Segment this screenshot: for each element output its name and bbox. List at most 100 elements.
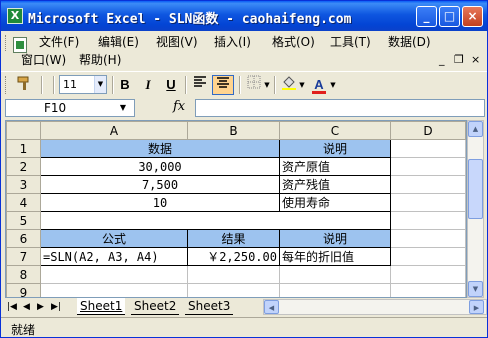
cell-b7[interactable]: ￥2,250.00 xyxy=(187,247,280,266)
cell-c4[interactable]: 使用寿命 xyxy=(279,193,391,212)
cell-a8[interactable] xyxy=(40,265,188,284)
font-size-select[interactable]: 11 ▼ xyxy=(59,75,107,94)
scroll-down-icon[interactable]: ▼ xyxy=(468,281,483,297)
menu-file[interactable]: 文件(F) xyxy=(39,33,79,51)
close-button[interactable]: × xyxy=(462,6,483,27)
select-all-corner[interactable] xyxy=(6,121,41,140)
tab-sheet2[interactable]: Sheet2 xyxy=(131,298,180,315)
cell-c2[interactable]: 资产原值 xyxy=(279,157,391,176)
cell-b9[interactable] xyxy=(187,283,280,297)
font-color-icon[interactable]: A xyxy=(310,75,328,95)
cell-a4[interactable]: 10 xyxy=(40,193,280,212)
insert-function-icon[interactable]: fx xyxy=(173,99,185,114)
chevron-down-icon[interactable]: ▼ xyxy=(94,76,106,93)
worksheet-grid[interactable]: A B C D 1 数据 说明 2 30,000 资产原值 3 7,500 资产… xyxy=(5,120,467,298)
cell-d4[interactable] xyxy=(390,193,466,212)
row-header[interactable]: 8 xyxy=(6,265,41,284)
toolbar-grip[interactable] xyxy=(5,76,8,94)
column-header-b[interactable]: B xyxy=(187,121,280,140)
last-sheet-icon[interactable]: ▶| xyxy=(51,300,61,314)
row-header[interactable]: 9 xyxy=(6,283,41,297)
format-painter-icon[interactable] xyxy=(14,75,36,95)
excel-app-icon[interactable]: X xyxy=(7,8,23,24)
column-header-d[interactable]: D xyxy=(390,121,466,140)
workbook-icon[interactable] xyxy=(13,37,27,53)
cell-a7[interactable]: =SLN(A2, A3, A4) xyxy=(40,247,188,266)
align-center-icon[interactable] xyxy=(212,75,234,95)
doc-restore-button[interactable]: ❐ xyxy=(454,53,464,67)
prev-sheet-icon[interactable]: ◀ xyxy=(23,300,30,314)
fill-color-icon[interactable] xyxy=(280,75,298,95)
chevron-down-icon[interactable]: ▼ xyxy=(298,75,306,95)
tab-sheet3[interactable]: Sheet3 xyxy=(185,298,234,315)
next-sheet-icon[interactable]: ▶ xyxy=(37,300,44,314)
name-box[interactable]: F10 ▼ xyxy=(5,99,135,117)
cell-a2[interactable]: 30,000 xyxy=(40,157,280,176)
underline-button[interactable]: U xyxy=(161,75,181,95)
chevron-down-icon[interactable]: ▼ xyxy=(329,75,337,95)
cell-a9[interactable] xyxy=(40,283,188,297)
doc-close-button[interactable]: × xyxy=(471,53,480,67)
cell-b8[interactable] xyxy=(187,265,280,284)
menu-view[interactable]: 视图(V) xyxy=(156,33,198,51)
menu-edit[interactable]: 编辑(E) xyxy=(98,33,139,51)
cell-c6[interactable]: 说明 xyxy=(279,229,391,248)
column-header-a[interactable]: A xyxy=(40,121,188,140)
cell-a6[interactable]: 公式 xyxy=(40,229,188,248)
row-header[interactable]: 6 xyxy=(6,229,41,248)
scroll-left-icon[interactable]: ◀ xyxy=(264,300,279,314)
menu-grip[interactable] xyxy=(5,35,8,51)
menu-format[interactable]: 格式(O) xyxy=(272,33,315,51)
menu-tools[interactable]: 工具(T) xyxy=(330,33,371,51)
cell-d3[interactable] xyxy=(390,175,466,194)
menu-window[interactable]: 窗口(W) xyxy=(21,51,66,69)
column-header-c[interactable]: C xyxy=(279,121,391,140)
cell-c1[interactable]: 说明 xyxy=(279,139,391,158)
first-sheet-icon[interactable]: |◀ xyxy=(7,300,17,314)
row-header[interactable]: 2 xyxy=(6,157,41,176)
chevron-down-icon[interactable]: ▼ xyxy=(263,75,271,95)
cell-d7[interactable] xyxy=(390,247,466,266)
cell-d9[interactable] xyxy=(390,283,466,297)
borders-icon[interactable] xyxy=(245,75,263,95)
cell-c7[interactable]: 每年的折旧值 xyxy=(279,247,391,266)
table-row: 6 公式 结果 说明 xyxy=(6,229,466,248)
cell-b6[interactable]: 结果 xyxy=(187,229,280,248)
scroll-up-icon[interactable]: ▲ xyxy=(468,121,483,137)
bold-button[interactable]: B xyxy=(115,75,135,95)
cell-d6[interactable] xyxy=(390,229,466,248)
cell-a5[interactable] xyxy=(40,211,391,230)
align-left-icon[interactable] xyxy=(189,75,211,95)
chevron-down-icon[interactable]: ▼ xyxy=(120,100,126,116)
formula-input[interactable] xyxy=(195,99,485,117)
toolbar-separator xyxy=(239,76,241,94)
cell-d1[interactable] xyxy=(390,139,466,158)
italic-button[interactable]: I xyxy=(138,75,158,95)
scroll-right-icon[interactable]: ▶ xyxy=(469,300,484,314)
cell-c3[interactable]: 资产残值 xyxy=(279,175,391,194)
menu-data[interactable]: 数据(D) xyxy=(388,33,431,51)
row-header[interactable]: 5 xyxy=(6,211,41,230)
menu-help[interactable]: 帮助(H) xyxy=(79,51,121,69)
cell-d8[interactable] xyxy=(390,265,466,284)
cell-c8[interactable] xyxy=(279,265,391,284)
menu-insert[interactable]: 插入(I) xyxy=(214,33,251,51)
cell-d2[interactable] xyxy=(390,157,466,176)
cell-d5[interactable] xyxy=(390,211,466,230)
tab-sheet1[interactable]: Sheet1 xyxy=(77,298,126,315)
maximize-button[interactable]: □ xyxy=(439,6,460,27)
scroll-thumb[interactable] xyxy=(468,159,483,219)
doc-minimize-button[interactable]: _ xyxy=(439,53,445,67)
title-bar[interactable]: X Microsoft Excel - SLN函数 - caohaifeng.c… xyxy=(1,1,487,31)
cell-a1[interactable]: 数据 xyxy=(40,139,280,158)
cell-a3[interactable]: 7,500 xyxy=(40,175,280,194)
vertical-scrollbar[interactable]: ▲ ▼ xyxy=(467,120,484,298)
row-header[interactable]: 1 xyxy=(6,139,41,158)
row-header[interactable]: 3 xyxy=(6,175,41,194)
row-header[interactable]: 4 xyxy=(6,193,41,212)
horizontal-scrollbar[interactable]: ◀ ▶ xyxy=(263,299,487,315)
cell-c9[interactable] xyxy=(279,283,391,297)
minimize-button[interactable]: _ xyxy=(416,6,437,27)
row-header[interactable]: 7 xyxy=(6,247,41,266)
name-box-value: F10 xyxy=(44,101,67,115)
